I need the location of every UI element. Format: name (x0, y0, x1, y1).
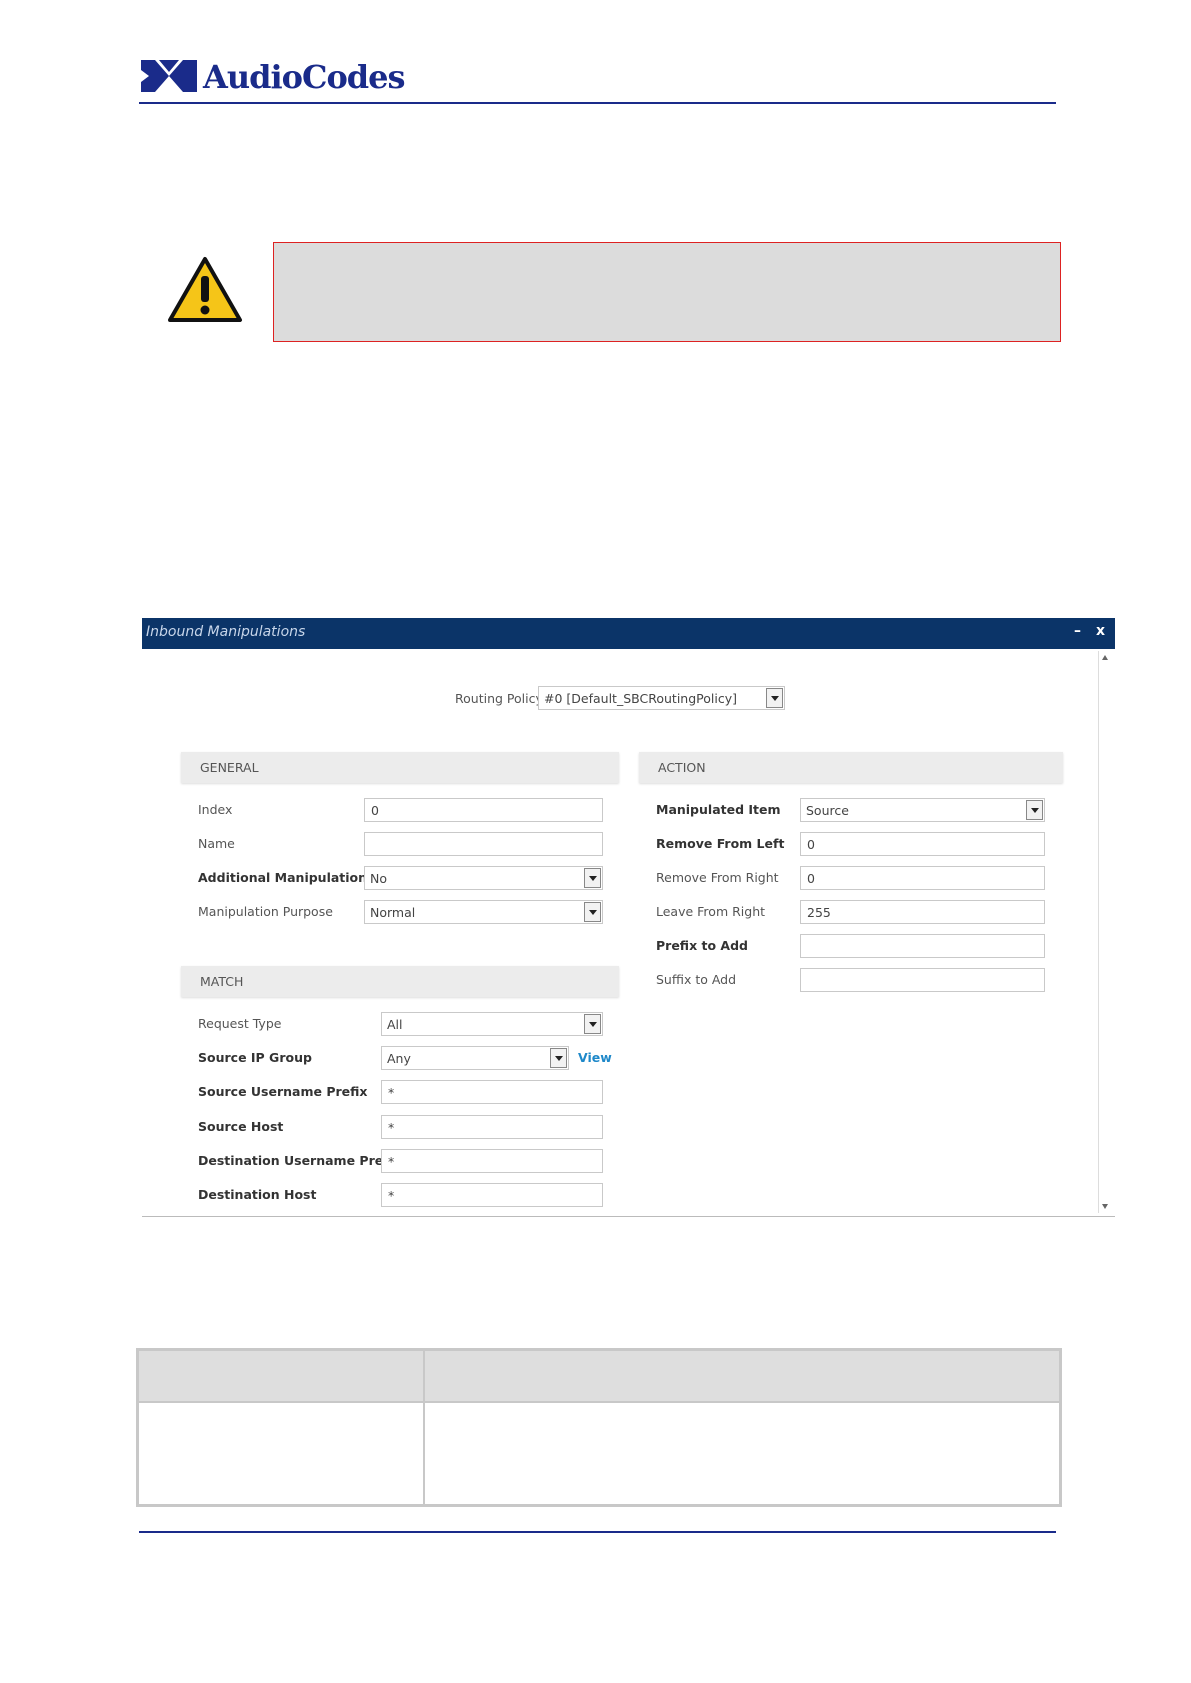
audiocodes-logo: AudioCodes (141, 54, 406, 100)
routing-policy-value: #0 [Default_SBCRoutingPolicy] (544, 691, 737, 706)
dropdown-button[interactable] (584, 1014, 601, 1034)
destination-username-prefix-input[interactable]: * (381, 1149, 603, 1173)
warning-triangle-icon (168, 257, 242, 322)
chevron-down-icon (589, 910, 597, 915)
request-type-value: All (387, 1017, 403, 1032)
manipulation-purpose-value: Normal (370, 905, 416, 920)
name-label: Name (198, 836, 235, 851)
leave-from-right-input[interactable]: 255 (800, 900, 1045, 924)
action-section-header: ACTION (639, 752, 1063, 783)
request-type-select[interactable]: All (381, 1012, 603, 1036)
request-type-label: Request Type (198, 1016, 282, 1031)
routing-policy-label: Routing Policy (455, 691, 543, 706)
suffix-to-add-label: Suffix to Add (656, 972, 737, 987)
source-ip-group-select[interactable]: Any (381, 1046, 569, 1070)
destination-host-input[interactable]: * (381, 1183, 603, 1207)
scroll-down-icon[interactable] (1102, 1204, 1108, 1209)
action-heading: ACTION (658, 760, 706, 775)
chevron-down-icon (589, 876, 597, 881)
close-button[interactable]: x (1096, 623, 1105, 639)
dropdown-button[interactable] (584, 902, 601, 922)
dropdown-button[interactable] (766, 688, 783, 708)
index-input[interactable]: 0 (364, 798, 603, 822)
suffix-to-add-input[interactable] (800, 968, 1045, 992)
minimize-button[interactable]: – (1074, 623, 1081, 639)
dropdown-button[interactable] (1026, 800, 1043, 820)
dialog-bottom-border (142, 1216, 1115, 1217)
remove-from-left-label: Remove From Left (656, 836, 785, 851)
audiocodes-logo-icon (141, 60, 197, 92)
source-ip-group-label: Source IP Group (198, 1050, 312, 1065)
chevron-down-icon (589, 1022, 597, 1027)
manipulated-item-value: Source (806, 803, 849, 818)
general-section-header: GENERAL (181, 752, 619, 783)
name-input[interactable] (364, 832, 603, 856)
prefix-to-add-label: Prefix to Add (656, 938, 748, 953)
source-host-input[interactable]: * (381, 1115, 603, 1139)
additional-manipulation-label: Additional Manipulation (198, 870, 368, 885)
match-heading: MATCH (200, 974, 244, 989)
index-label: Index (198, 802, 233, 817)
view-source-ip-group-link[interactable]: View (578, 1050, 612, 1065)
footer-rule (139, 1531, 1056, 1533)
additional-manipulation-value: No (370, 871, 387, 886)
manipulated-item-label: Manipulated Item (656, 802, 781, 817)
dialog-titlebar: Inbound Manipulations – x (142, 618, 1115, 649)
leave-from-right-label: Leave From Right (656, 904, 766, 919)
destination-host-label: Destination Host (198, 1187, 317, 1202)
scroll-up-icon[interactable] (1102, 655, 1108, 660)
chevron-down-icon (555, 1056, 563, 1061)
source-username-prefix-label: Source Username Prefix (198, 1084, 368, 1099)
remove-from-right-input[interactable]: 0 (800, 866, 1045, 890)
general-heading: GENERAL (200, 760, 259, 775)
dropdown-button[interactable] (550, 1048, 567, 1068)
warning-note-box (273, 242, 1061, 342)
manipulation-purpose-label: Manipulation Purpose (198, 904, 333, 919)
header-rule (139, 102, 1056, 104)
dialog-scrollbar[interactable] (1098, 651, 1114, 1213)
prefix-to-add-input[interactable] (800, 934, 1045, 958)
remove-from-left-input[interactable]: 0 (800, 832, 1045, 856)
inbound-manipulations-dialog: Inbound Manipulations – x Routing Policy… (142, 618, 1115, 1218)
source-ip-group-value: Any (387, 1051, 411, 1066)
additional-manipulation-select[interactable]: No (364, 866, 603, 890)
brand-name: AudioCodes (203, 58, 406, 96)
table-column-divider (423, 1351, 425, 1504)
destination-username-prefix-label: Destination Username Prefix (198, 1153, 401, 1168)
parameter-table (136, 1348, 1062, 1507)
chevron-down-icon (1031, 808, 1039, 813)
table-header-row (139, 1351, 1059, 1403)
manipulation-purpose-select[interactable]: Normal (364, 900, 603, 924)
dropdown-button[interactable] (584, 868, 601, 888)
routing-policy-select[interactable]: #0 [Default_SBCRoutingPolicy] (538, 686, 785, 710)
remove-from-right-label: Remove From Right (656, 870, 779, 885)
source-host-label: Source Host (198, 1119, 284, 1134)
manipulated-item-select[interactable]: Source (800, 798, 1045, 822)
source-username-prefix-input[interactable]: * (381, 1080, 603, 1104)
match-section-header: MATCH (181, 966, 619, 997)
chevron-down-icon (771, 696, 779, 701)
dialog-title: Inbound Manipulations (146, 624, 306, 640)
